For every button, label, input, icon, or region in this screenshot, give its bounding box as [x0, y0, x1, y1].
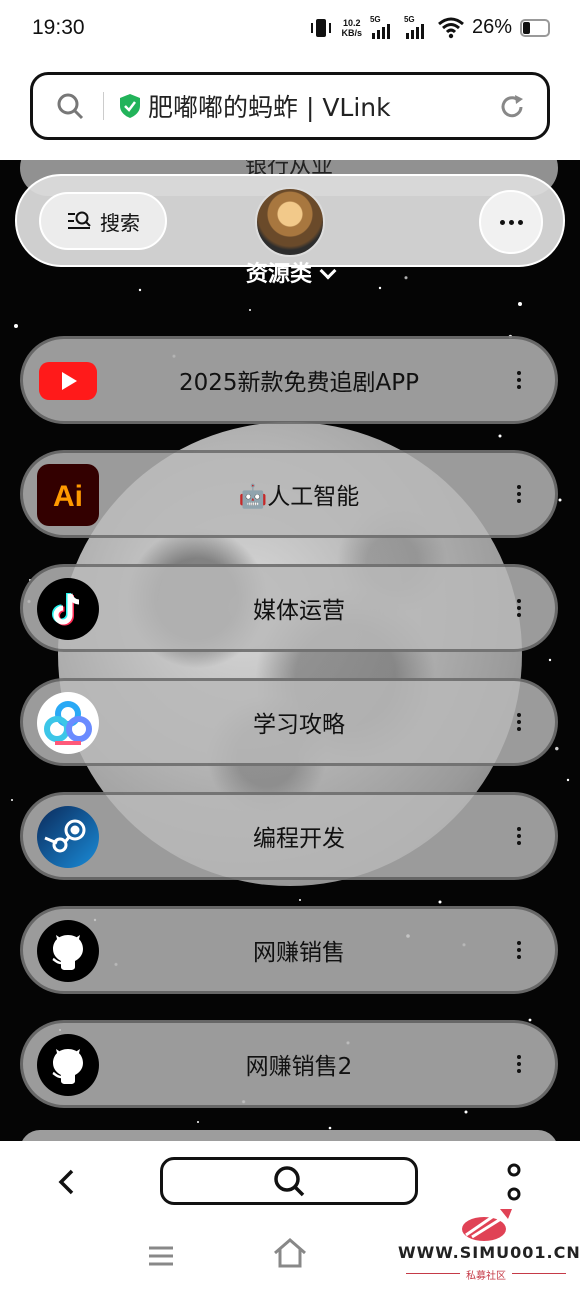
watermark-domain: WWW.SIMU001.CN [398, 1243, 580, 1262]
search-button[interactable]: 搜索 [39, 192, 167, 250]
baidu-netdisk-icon [37, 692, 99, 754]
more-vertical-icon[interactable] [517, 1055, 521, 1073]
link-card-partial[interactable] [20, 1130, 558, 1141]
link-label: 🤖人工智能 [238, 484, 360, 510]
link-label: 媒体运营 [253, 598, 345, 624]
signal-icon: 5G [404, 15, 430, 39]
github-icon [37, 1034, 99, 1096]
battery-icon [520, 18, 550, 37]
divider [103, 92, 104, 120]
search-button[interactable] [160, 1157, 418, 1205]
profile-header: 搜索 [15, 174, 565, 267]
simu-logo-icon [462, 1209, 512, 1241]
youtube-icon [37, 350, 99, 412]
system-nav-bar: WWW.SIMU001.CN 私募社区 [0, 1209, 580, 1289]
more-vertical-icon[interactable] [517, 371, 521, 389]
more-button[interactable] [479, 190, 543, 254]
link-item[interactable]: 学习攻略 [20, 678, 558, 766]
more-vertical-icon[interactable] [517, 827, 521, 845]
vibrate-icon [311, 18, 332, 37]
link-item[interactable]: 网赚销售2 [20, 1020, 558, 1108]
link-label: 网赚销售2 [245, 1054, 353, 1080]
network-speed: 10.2 KB/s [341, 17, 362, 38]
link-label: 编程开发 [253, 826, 345, 852]
search-list-icon [68, 211, 91, 229]
link-label: 2025新款免费追剧APP [178, 370, 419, 396]
back-arrow-icon[interactable] [52, 1167, 82, 1197]
section-title: 资源类 [245, 262, 312, 287]
avatar[interactable] [255, 187, 325, 257]
search-label: 搜索 [100, 210, 140, 235]
page-content: 银行从业 搜索 资源类 2025新款免费追剧APP Ai 🤖人工智能 媒体运营 … [0, 160, 580, 1141]
svg-text:Ai: Ai [53, 480, 83, 513]
search-icon [57, 93, 84, 120]
more-vertical-icon[interactable] [517, 713, 521, 731]
steam-icon [37, 806, 99, 868]
status-time: 19:30 [32, 16, 85, 39]
watermark-subtitle: 私募社区 [466, 1271, 506, 1282]
page-title: 肥嘟嘟的蚂蚱 | VLink [148, 93, 391, 122]
reload-icon[interactable] [497, 92, 527, 122]
status-icons: 10.2 KB/s 5G 5G 26% [309, 15, 550, 39]
search-icon [274, 1166, 305, 1197]
link-label: 学习攻略 [253, 712, 345, 738]
battery-percent: 26% [471, 16, 512, 38]
adobe-illustrator-icon: Ai [37, 464, 99, 526]
address-bar[interactable]: 肥嘟嘟的蚂蚱 | VLink [30, 72, 550, 140]
tiktok-icon [37, 578, 99, 640]
status-bar: 19:30 10.2 KB/s 5G 5G 26% [0, 0, 580, 60]
wifi-icon [438, 17, 464, 38]
more-vertical-icon[interactable] [517, 485, 521, 503]
link-list: 2025新款免费追剧APP Ai 🤖人工智能 媒体运营 学习攻略 编程开发 网赚… [20, 336, 558, 1134]
shield-check-icon [120, 94, 140, 118]
link-item[interactable]: 媒体运营 [20, 564, 558, 652]
more-vertical-icon[interactable] [506, 1163, 522, 1201]
more-vertical-icon[interactable] [517, 941, 521, 959]
signal-icon: 5G [370, 15, 396, 39]
link-item[interactable]: 网赚销售 [20, 906, 558, 994]
watermark: WWW.SIMU001.CN 私募社区 [398, 1205, 580, 1283]
section-toggle[interactable]: 资源类 [0, 256, 580, 288]
link-item[interactable]: Ai 🤖人工智能 [20, 450, 558, 538]
divider [512, 1273, 566, 1274]
home-icon[interactable] [272, 1237, 308, 1269]
more-vertical-icon[interactable] [517, 599, 521, 617]
menu-icon[interactable] [148, 1245, 174, 1267]
chevron-down-icon [319, 262, 337, 280]
link-item[interactable]: 编程开发 [20, 792, 558, 880]
link-label: 网赚销售 [253, 940, 345, 966]
link-item[interactable]: 2025新款免费追剧APP [20, 336, 558, 424]
github-icon [37, 920, 99, 982]
